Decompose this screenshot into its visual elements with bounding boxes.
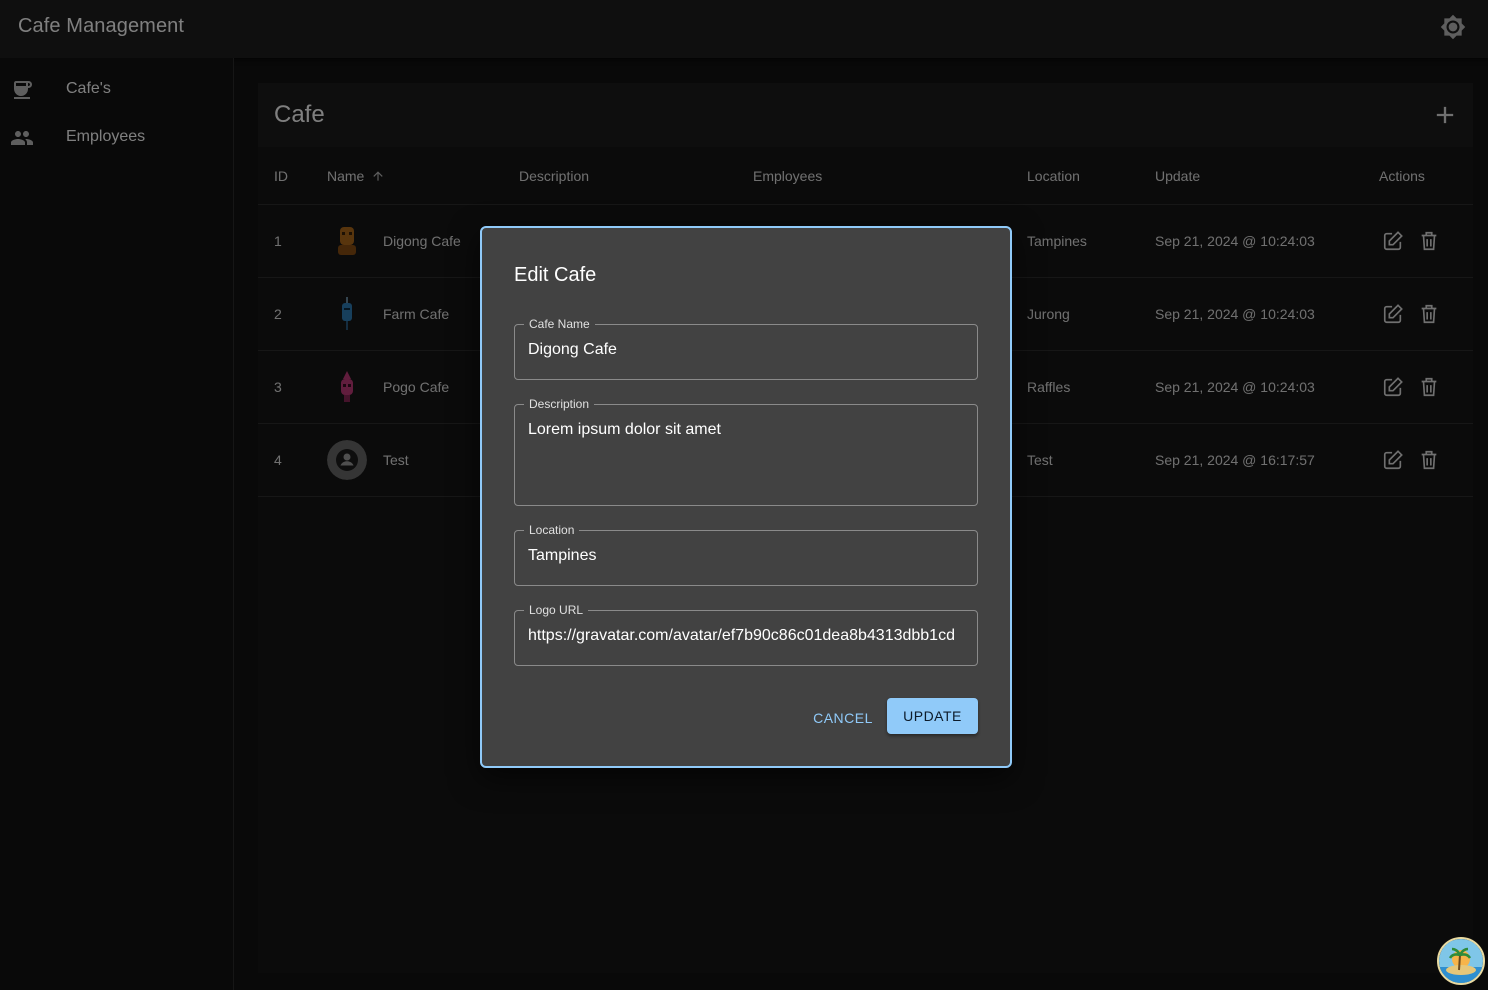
logo-url-input[interactable]: https://gravatar.com/avatar/ef7b90c86c01… bbox=[528, 627, 964, 645]
field-label: Description bbox=[524, 396, 595, 412]
description-textarea[interactable]: Lorem ipsum dolor sit amet bbox=[528, 421, 964, 439]
floating-avatar[interactable] bbox=[1437, 937, 1485, 985]
update-button[interactable]: UPDATE bbox=[887, 698, 978, 734]
dialog-title: Edit Cafe bbox=[514, 264, 597, 286]
field-label: Location bbox=[524, 522, 580, 538]
description-field[interactable]: Description Lorem ipsum dolor sit amet bbox=[514, 396, 978, 506]
logo-url-field[interactable]: Logo URL https://gravatar.com/avatar/ef7… bbox=[514, 602, 978, 666]
location-input[interactable]: Tampines bbox=[528, 547, 964, 565]
cancel-button[interactable]: CANCEL bbox=[804, 700, 882, 736]
edit-cafe-dialog: Edit Cafe Cafe Name Digong Cafe Descript… bbox=[480, 226, 1012, 768]
cafe-name-input[interactable]: Digong Cafe bbox=[528, 341, 964, 359]
location-field[interactable]: Location Tampines bbox=[514, 522, 978, 586]
cafe-name-field[interactable]: Cafe Name Digong Cafe bbox=[514, 316, 978, 380]
field-label: Logo URL bbox=[524, 602, 589, 618]
field-label: Cafe Name bbox=[524, 316, 595, 332]
island-avatar-icon bbox=[1439, 939, 1483, 983]
